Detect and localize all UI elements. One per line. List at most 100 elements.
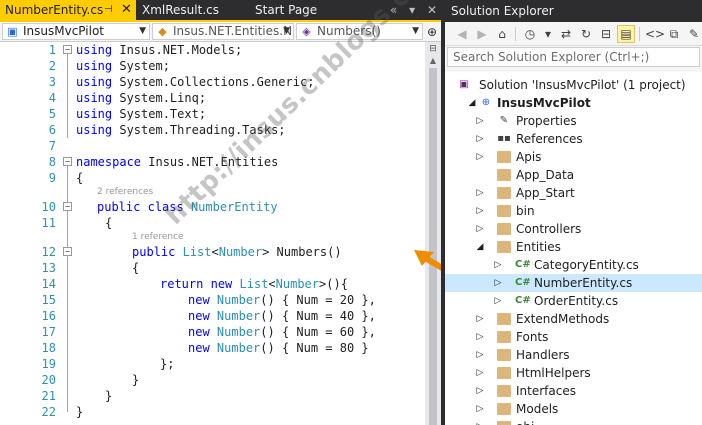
expand-arrow-icon[interactable]: ▷: [475, 148, 485, 166]
codelens-references[interactable]: 1 reference: [132, 230, 184, 244]
tree-node-references[interactable]: ▷ ▪▪ References: [445, 130, 702, 148]
type-dropdown-value: Insus.NET.Entities.Nu: [173, 24, 294, 38]
solution-search-input[interactable]: Search Solution Explorer (Ctrl+;): [447, 47, 700, 67]
pin-icon[interactable]: ⊣: [104, 0, 113, 20]
code-editor-window: NumberEntity.cs ⊣ ✕ XmlResult.cs Start P…: [0, 0, 441, 425]
csharp-file-icon: C#: [515, 277, 531, 288]
csharp-project-icon: ▣: [7, 25, 18, 38]
line-number: 17: [41, 325, 56, 339]
expand-arrow-icon[interactable]: ▷: [493, 274, 503, 292]
tree-node-app-start[interactable]: ▷ App_Start: [445, 184, 702, 202]
refresh-icon[interactable]: ↻: [577, 25, 595, 43]
type-dropdown[interactable]: ◆ Insus.NET.Entities.Nu ▼: [152, 23, 294, 40]
expand-arrow-icon[interactable]: ▷: [475, 202, 485, 220]
code-line: {: [132, 261, 140, 275]
line-number: 12: [41, 245, 56, 259]
collapse-all-icon[interactable]: ⊟: [597, 25, 615, 43]
expand-arrow-icon[interactable]: ▷: [475, 184, 485, 202]
close-icon[interactable]: ✕: [121, 0, 132, 20]
collapse-icon[interactable]: −: [63, 202, 72, 211]
sync-icon[interactable]: ⇄: [557, 25, 575, 43]
line-number: 9: [48, 171, 56, 185]
close-icon[interactable]: ✕: [427, 3, 437, 17]
expand-arrow-icon[interactable]: ▷: [475, 418, 485, 425]
folder-icon: [497, 313, 511, 325]
show-all-files-icon[interactable]: ▤: [617, 25, 635, 43]
tree-node-fonts[interactable]: ▷ Fonts: [445, 328, 702, 346]
tree-node-project[interactable]: ◢ ⊕ InsusMvcPilot: [445, 94, 702, 112]
back-icon[interactable]: ◀: [453, 25, 471, 43]
home-icon[interactable]: ⌂: [493, 25, 511, 43]
collapse-icon[interactable]: −: [63, 157, 72, 166]
tree-node-solution[interactable]: ▣ Solution 'InsusMvcPilot' (1 project): [445, 76, 702, 94]
tree-node-properties[interactable]: ▷ ✎ Properties: [445, 112, 702, 130]
expand-arrow-icon[interactable]: ▷: [475, 310, 485, 328]
tab-xmlresult[interactable]: XmlResult.cs: [137, 0, 237, 20]
folder-icon: [497, 403, 511, 415]
tree-node-htmlhelpers[interactable]: ▷ HtmlHelpers: [445, 364, 702, 382]
tree-node-numberentity[interactable]: ▷ C# NumberEntity.cs: [445, 274, 702, 292]
split-icon[interactable]: ⊕: [425, 24, 439, 40]
line-number: 15: [41, 293, 56, 307]
tree-node-entities[interactable]: ◢ Entities: [445, 238, 702, 256]
tree-node-models[interactable]: ▷ Models: [445, 400, 702, 418]
tree-node-label: Fonts: [516, 330, 549, 344]
solution-tree: ▣ Solution 'InsusMvcPilot' (1 project) ◢…: [445, 72, 702, 425]
tree-node-handlers[interactable]: ▷ Handlers: [445, 346, 702, 364]
folder-icon: [497, 349, 511, 361]
expand-arrow-icon[interactable]: ▷: [493, 292, 503, 310]
references-icon: ▪▪: [497, 133, 511, 144]
chevron-down-icon: ▼: [283, 26, 290, 36]
expand-arrow-icon[interactable]: ▷: [475, 112, 485, 130]
expand-arrow-icon[interactable]: ▷: [475, 364, 485, 382]
pending-changes-icon[interactable]: ◷: [521, 25, 539, 43]
expand-arrow-icon[interactable]: ▷: [493, 256, 503, 274]
project-dropdown[interactable]: ▣ InsusMvcPilot ▼: [2, 23, 150, 40]
tab-label: Start Page: [255, 3, 318, 17]
panel-title: Solution Explorer: [445, 0, 702, 22]
tab-start-page[interactable]: Start Page: [250, 0, 330, 20]
expand-arrow-icon[interactable]: ▷: [475, 328, 485, 346]
tree-node-label: Properties: [516, 114, 577, 128]
split-icon[interactable]: ⊟: [427, 44, 439, 54]
properties-wrench-icon[interactable]: ✎: [685, 25, 702, 43]
expand-arrow-icon[interactable]: ▷: [475, 382, 485, 400]
expand-arrow-icon[interactable]: ▷: [475, 220, 485, 238]
folder-icon: [497, 367, 511, 379]
expand-arrow-icon[interactable]: ▷: [475, 400, 485, 418]
collapse-icon[interactable]: −: [63, 45, 72, 54]
tree-node-obj[interactable]: ▷ obj: [445, 418, 702, 425]
line-number: 21: [41, 389, 56, 403]
tree-node-app-data[interactable]: App_Data: [445, 166, 702, 184]
collapse-arrow-icon[interactable]: ◢: [475, 238, 485, 256]
tree-node-apis[interactable]: ▷ Apis: [445, 148, 702, 166]
tree-node-label: InsusMvcPilot: [497, 96, 591, 110]
tree-node-categoryentity[interactable]: ▷ C# CategoryEntity.cs: [445, 256, 702, 274]
line-number: 20: [41, 373, 56, 387]
scroll-up-icon[interactable]: ▲: [428, 56, 438, 66]
tree-node-interfaces[interactable]: ▷ Interfaces: [445, 382, 702, 400]
preview-icon[interactable]: ⧉: [665, 25, 683, 43]
collapse-arrow-icon[interactable]: ◢: [467, 94, 477, 112]
code-line: using System.Linq;: [76, 91, 207, 105]
tree-node-controllers[interactable]: ▷ Controllers: [445, 220, 702, 238]
view-code-icon[interactable]: <>: [645, 25, 665, 43]
tree-node-orderentity[interactable]: ▷ C# OrderEntity.cs: [445, 292, 702, 310]
code-line: new Number() { Num = 20 },: [188, 293, 376, 307]
arrow-icon: [414, 250, 441, 271]
tree-node-bin[interactable]: ▷ bin: [445, 202, 702, 220]
vertical-scrollbar[interactable]: ⊟ ▲: [425, 42, 441, 425]
folder-open-icon: [497, 241, 511, 253]
line-number: 5: [48, 107, 56, 121]
chevron-down-icon[interactable]: ▾: [539, 25, 557, 43]
tree-node-label: OrderEntity.cs: [534, 294, 619, 308]
tab-numberentity[interactable]: NumberEntity.cs ⊣ ✕: [0, 0, 136, 20]
tree-node-label: Controllers: [516, 222, 582, 236]
tree-node-extendmethods[interactable]: ▷ ExtendMethods: [445, 310, 702, 328]
expand-arrow-icon[interactable]: ▷: [475, 130, 485, 148]
collapse-icon[interactable]: −: [63, 247, 72, 256]
codelens-references[interactable]: 2 references: [97, 185, 153, 199]
expand-arrow-icon[interactable]: ▷: [475, 346, 485, 364]
forward-icon[interactable]: ▶: [473, 25, 491, 43]
code-area[interactable]: 1 2 3 4 5 6 7 8 9 10 11 12 13 14 15 16 1…: [0, 42, 425, 425]
